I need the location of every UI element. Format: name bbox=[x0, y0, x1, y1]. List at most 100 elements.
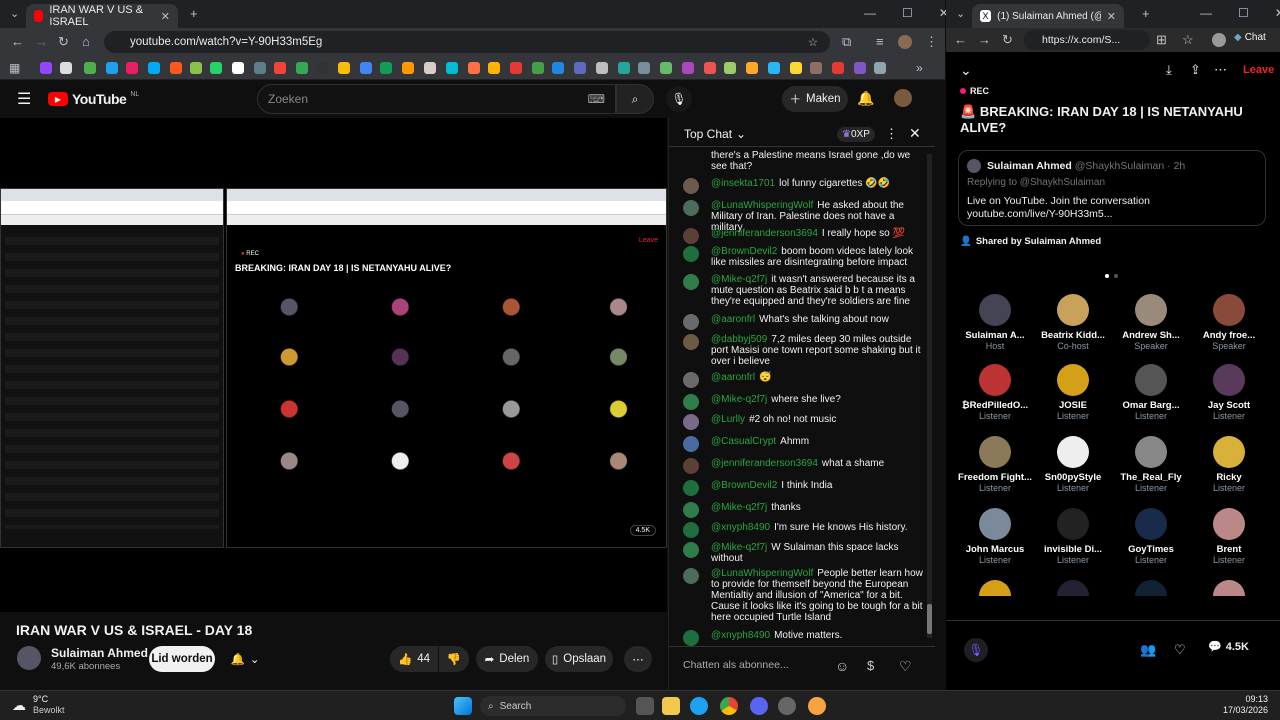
forward-icon[interactable]: → bbox=[35, 34, 48, 49]
reload-icon[interactable]: ↻ bbox=[1002, 32, 1013, 48]
tab-x[interactable]: X (1) Sulaiman Ahmed (@ShaykhSul ✕ bbox=[972, 4, 1124, 28]
more-bookmarks-icon[interactable]: » bbox=[916, 61, 923, 75]
share-icon[interactable]: ⇪ bbox=[1190, 62, 1201, 78]
channel-avatar[interactable] bbox=[17, 646, 41, 670]
chat-author-avatar[interactable] bbox=[683, 414, 699, 430]
chat-scrollbar[interactable] bbox=[927, 154, 932, 638]
bookmark-icon[interactable] bbox=[746, 62, 758, 74]
dislike-button[interactable]: 👎 bbox=[439, 646, 469, 672]
speaker-tile[interactable]: Brent Listener bbox=[1190, 508, 1268, 565]
chat-author-name[interactable]: @Mike-q2f7j bbox=[711, 394, 767, 405]
bookmark-icon[interactable] bbox=[296, 62, 308, 74]
bookmark-icon[interactable] bbox=[810, 62, 822, 74]
chat-author-name[interactable]: @jenniferanderson3694 bbox=[711, 458, 818, 469]
chat-author-avatar[interactable] bbox=[683, 542, 699, 558]
extensions-icon[interactable]: ⧉ bbox=[842, 34, 851, 50]
speaker-tile[interactable]: Jay Scott Listener bbox=[1190, 364, 1268, 421]
people-icon[interactable]: 👥 bbox=[1140, 642, 1156, 658]
bookmark-icon[interactable] bbox=[126, 62, 138, 74]
chat-author-avatar[interactable] bbox=[683, 568, 699, 584]
bookmark-icon[interactable] bbox=[596, 62, 608, 74]
bookmark-icon[interactable] bbox=[40, 62, 52, 74]
bookmark-icon[interactable] bbox=[170, 62, 182, 74]
favorite-icon[interactable]: ☆ bbox=[1182, 32, 1194, 48]
hamburger-menu-icon[interactable]: ☰ bbox=[17, 89, 31, 109]
app-icon[interactable] bbox=[778, 697, 796, 715]
chat-author-avatar[interactable] bbox=[683, 314, 699, 330]
join-button[interactable]: Lid worden bbox=[149, 646, 215, 672]
app-icon[interactable] bbox=[808, 697, 826, 715]
chat-author-avatar[interactable] bbox=[683, 178, 699, 194]
notifications-bell-icon[interactable]: 🔔 bbox=[857, 90, 874, 107]
page-dot-active[interactable] bbox=[1105, 274, 1109, 278]
chat-author-name[interactable]: @LunaWhisperingWolf bbox=[711, 200, 813, 211]
forward-icon[interactable]: → bbox=[978, 32, 991, 47]
file-explorer-icon[interactable] bbox=[662, 697, 680, 715]
bookmark-icon[interactable] bbox=[446, 62, 458, 74]
bookmark-icon[interactable] bbox=[618, 62, 630, 74]
minimize-icon[interactable]: — bbox=[864, 6, 876, 20]
bookmark-icon[interactable] bbox=[84, 62, 96, 74]
speaker-tile[interactable]: ₿RedPilledO... Listener bbox=[956, 364, 1034, 421]
chat-author-name[interactable]: @xnyph8490 bbox=[711, 522, 770, 533]
chat-author-avatar[interactable] bbox=[683, 274, 699, 290]
speaker-tile[interactable]: GoyTimes Listener bbox=[1112, 508, 1190, 565]
media-icon[interactable]: ≡ bbox=[876, 34, 884, 49]
search-input[interactable]: Zoeken ⌨ bbox=[257, 84, 616, 114]
tab-close-icon[interactable]: ✕ bbox=[161, 10, 170, 23]
shared-post-card[interactable]: Sulaiman Ahmed @ShaykhSulaiman · 2h Repl… bbox=[958, 150, 1266, 226]
speaker-tile[interactable]: invisible Di... Listener bbox=[1034, 508, 1112, 565]
leave-button[interactable]: Leave bbox=[1243, 64, 1274, 76]
speaker-tile[interactable]: Sn00pyStyle Listener bbox=[1034, 436, 1112, 493]
bookmark-icon[interactable] bbox=[724, 62, 736, 74]
chat-author-avatar[interactable] bbox=[683, 458, 699, 474]
chat-author-avatar[interactable] bbox=[683, 436, 699, 452]
bookmark-icon[interactable] bbox=[874, 62, 886, 74]
bookmark-icon[interactable] bbox=[488, 62, 500, 74]
chat-author-avatar[interactable] bbox=[683, 502, 699, 518]
speaker-tile[interactable]: Ricky Listener bbox=[1190, 436, 1268, 493]
chat-author-name[interactable]: @Mike-q2f7j bbox=[711, 542, 767, 553]
search-button[interactable]: ⌕ bbox=[616, 84, 654, 114]
speaker-tile[interactable]: Andrew Sh... Speaker bbox=[1112, 294, 1190, 351]
chat-scroll-thumb[interactable] bbox=[927, 604, 932, 634]
chat-author-name[interactable]: @Mike-q2f7j bbox=[711, 502, 767, 513]
chat-author-name[interactable]: @insekta1701 bbox=[711, 178, 775, 189]
bookmark-icon[interactable] bbox=[682, 62, 694, 74]
save-button[interactable]: ▯ Opslaan bbox=[545, 646, 613, 672]
speaker-tile[interactable]: Omar Barg... Listener bbox=[1112, 364, 1190, 421]
url-field[interactable]: youtube.com/watch?v=Y-90H33m5Eg ☆ bbox=[104, 31, 830, 53]
speaker-tile[interactable]: Sulaiman A... Host bbox=[956, 294, 1034, 351]
bookmark-icon[interactable] bbox=[210, 62, 222, 74]
bookmark-icon[interactable] bbox=[468, 62, 480, 74]
minimize-icon[interactable]: — bbox=[1200, 6, 1212, 20]
reader-icon[interactable]: ⊞ bbox=[1156, 32, 1167, 48]
bookmark-star-icon[interactable]: ☆ bbox=[808, 35, 818, 49]
like-button[interactable]: 👍 44 bbox=[390, 646, 438, 672]
speaker-tile[interactable]: The_Real_Fly Listener bbox=[1112, 436, 1190, 493]
page-dot[interactable] bbox=[1114, 274, 1118, 278]
reactions-icon[interactable]: ♡ bbox=[1174, 642, 1186, 658]
bookmark-icon[interactable] bbox=[402, 62, 414, 74]
new-tab-icon[interactable]: + bbox=[190, 6, 198, 21]
chat-author-name[interactable]: @aaronfrl bbox=[711, 314, 755, 325]
create-button[interactable]: ＋ Maken bbox=[782, 86, 848, 112]
clock[interactable]: 09:13 17/03/2026 bbox=[1212, 694, 1268, 716]
chat-author-avatar[interactable] bbox=[683, 200, 699, 216]
chat-close-icon[interactable]: ✕ bbox=[909, 125, 921, 142]
bookmark-icon[interactable] bbox=[316, 62, 328, 74]
bookmark-icon[interactable] bbox=[532, 62, 544, 74]
bookmark-icon[interactable] bbox=[704, 62, 716, 74]
microphone-button[interactable]: 🎙 bbox=[964, 638, 988, 662]
chat-author-avatar[interactable] bbox=[683, 372, 699, 388]
bookmark-icon[interactable] bbox=[148, 62, 160, 74]
start-windows-icon[interactable] bbox=[454, 697, 472, 715]
maximize-icon[interactable]: ☐ bbox=[902, 6, 913, 20]
bookmark-icon[interactable] bbox=[60, 62, 72, 74]
chat-input[interactable]: Chatten als abonnee... bbox=[683, 659, 833, 675]
voice-search-button[interactable]: 🎙 bbox=[666, 86, 692, 112]
youtube-logo[interactable]: ▶ YouTube NL bbox=[48, 91, 139, 107]
collapse-chevron-icon[interactable]: ⌄ bbox=[960, 62, 972, 79]
edge-icon[interactable] bbox=[690, 697, 708, 715]
chat-author-name[interactable]: @BrownDevil2 bbox=[711, 246, 777, 257]
